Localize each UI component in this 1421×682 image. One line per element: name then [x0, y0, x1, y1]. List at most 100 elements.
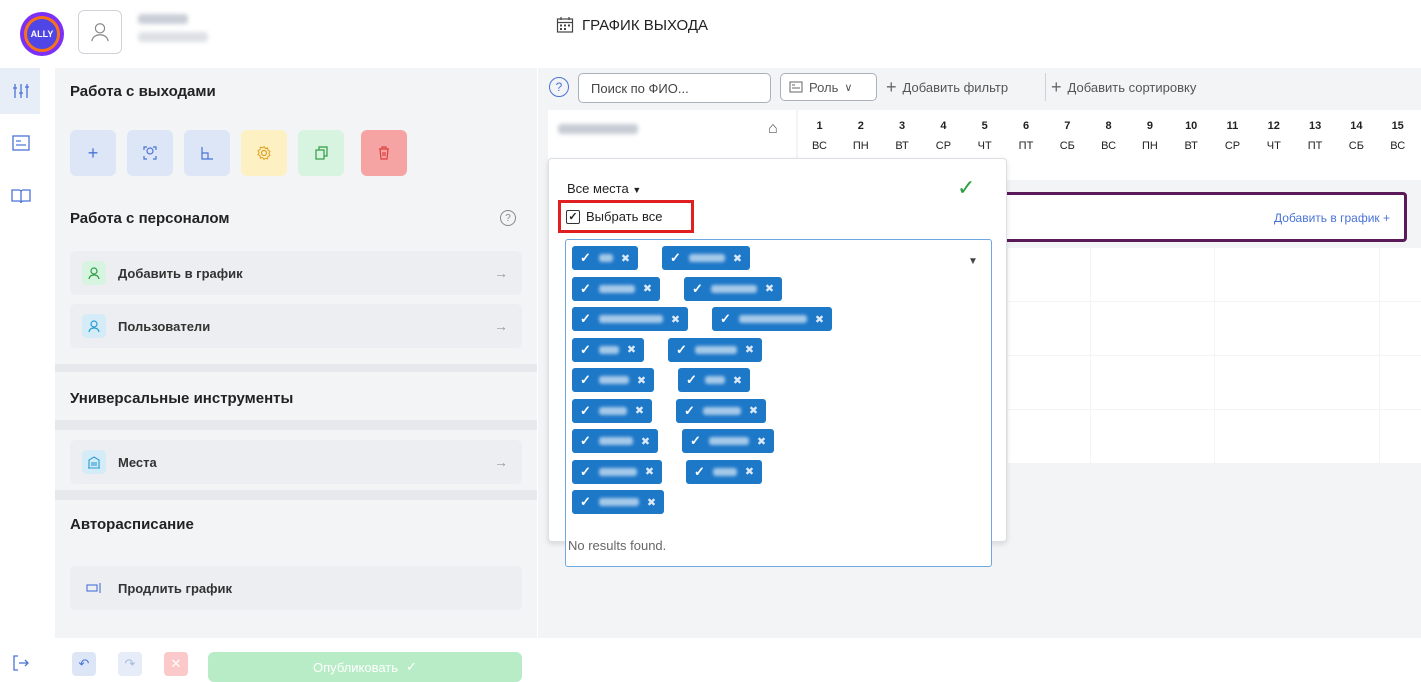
place-tag[interactable]: ✓ ✖: [678, 368, 751, 392]
remove-icon[interactable]: ✖: [641, 435, 650, 448]
help-icon[interactable]: ?: [549, 77, 569, 97]
schedule-cell[interactable]: [1090, 302, 1132, 355]
schedule-cell[interactable]: [1173, 302, 1215, 355]
publish-button[interactable]: Опубликовать ✓: [208, 652, 522, 682]
confirm-check-icon[interactable]: ✓: [957, 175, 975, 201]
schedule-cell[interactable]: [1008, 248, 1049, 301]
undo-button[interactable]: ↶: [72, 652, 96, 676]
place-tag[interactable]: ✓ ✖: [572, 398, 653, 423]
book-icon[interactable]: [10, 185, 32, 207]
id-card-icon[interactable]: [10, 132, 32, 154]
find-person-button[interactable]: [127, 130, 173, 176]
schedule-cell[interactable]: [1255, 410, 1297, 463]
remove-icon[interactable]: ✖: [749, 404, 758, 417]
remove-icon[interactable]: ✖: [671, 313, 680, 326]
remove-icon[interactable]: ✖: [765, 282, 774, 295]
schedule-cell[interactable]: [1008, 410, 1049, 463]
remove-icon[interactable]: ✖: [637, 374, 646, 387]
schedule-cell[interactable]: [1255, 302, 1297, 355]
schedule-cell[interactable]: [1008, 356, 1049, 409]
selected-places-box[interactable]: ✓ ✖ ✓ ✖ ✓ ✖ ✓ ✖ ✓ ✖ ✓ ✖ ✓ ✖ ✓ ✖ ✓ ✖ ✓ ✖ ✓ ✖ ✓ ✖ ✓ ✖ ✓ ✖ ✓ ✖ ✓ ✖ ✓ ✖: [565, 239, 992, 567]
schedule-cell[interactable]: [1090, 410, 1132, 463]
schedule-cell[interactable]: [1214, 248, 1256, 301]
place-tag[interactable]: ✓ ✖: [668, 337, 763, 362]
schedule-cell[interactable]: [1338, 410, 1380, 463]
schedule-cell[interactable]: [1090, 248, 1132, 301]
remove-icon[interactable]: ✖: [621, 252, 630, 265]
remove-icon[interactable]: ✖: [733, 252, 742, 265]
schedule-cell[interactable]: [1173, 248, 1215, 301]
schedule-cell[interactable]: [1173, 356, 1215, 409]
schedule-cell[interactable]: [1379, 248, 1421, 301]
duplicate-button[interactable]: [298, 130, 344, 176]
schedule-cell[interactable]: [1049, 302, 1091, 355]
remove-icon[interactable]: ✖: [745, 465, 754, 478]
logout-icon[interactable]: [10, 652, 32, 674]
search-input[interactable]: Поиск по ФИО...: [578, 73, 771, 103]
schedule-cell[interactable]: [1297, 248, 1339, 301]
place-tag[interactable]: ✓ ✖: [662, 246, 751, 270]
caret-down-icon[interactable]: ▼: [968, 256, 978, 267]
remove-icon[interactable]: ✖: [757, 435, 766, 448]
place-tag[interactable]: ✓ ✖: [572, 368, 655, 392]
schedule-cell[interactable]: [1255, 356, 1297, 409]
remove-icon[interactable]: ✖: [745, 343, 754, 356]
schedule-cell[interactable]: [1008, 302, 1049, 355]
remove-icon[interactable]: ✖: [645, 465, 654, 478]
place-tag[interactable]: ✓ ✖: [712, 307, 833, 331]
discard-button[interactable]: ✕: [164, 652, 188, 676]
schedule-cell[interactable]: [1379, 410, 1421, 463]
place-tag[interactable]: ✓ ✖: [572, 307, 689, 331]
schedule-cell[interactable]: [1131, 410, 1173, 463]
add-to-schedule-row[interactable]: Добавить в график +: [993, 192, 1407, 242]
place-tag[interactable]: ✓ ✖: [684, 276, 783, 301]
place-tag[interactable]: ✓ ✖: [572, 429, 659, 453]
place-tag[interactable]: ✓ ✖: [676, 398, 767, 423]
home-icon[interactable]: ⌂: [768, 120, 778, 138]
users-card[interactable]: Пользователи →: [70, 304, 522, 348]
schedule-cell[interactable]: [1049, 356, 1091, 409]
add-filter-link[interactable]: + Добавить фильтр: [886, 77, 1008, 98]
schedule-cell[interactable]: [1297, 302, 1339, 355]
place-tag[interactable]: ✓ ✖: [682, 429, 775, 453]
place-tag[interactable]: ✓ ✖: [572, 490, 665, 514]
avatar[interactable]: [78, 10, 122, 54]
copy-week-button[interactable]: [184, 130, 230, 176]
schedule-cell[interactable]: [1379, 356, 1421, 409]
remove-icon[interactable]: ✖: [647, 496, 656, 509]
place-tag[interactable]: ✓ ✖: [572, 246, 639, 270]
places-selector[interactable]: Все места ▼: [567, 181, 641, 196]
schedule-cell[interactable]: [1214, 410, 1256, 463]
schedule-cell[interactable]: [1338, 356, 1380, 409]
settings-sliders-icon[interactable]: [10, 80, 32, 102]
remove-icon[interactable]: ✖: [643, 282, 652, 295]
help-icon[interactable]: ?: [500, 210, 516, 226]
add-sort-link[interactable]: + Добавить сортировку: [1051, 77, 1196, 98]
add-to-schedule-link[interactable]: Добавить в график +: [1274, 211, 1390, 225]
remove-icon[interactable]: ✖: [635, 404, 644, 417]
schedule-cell[interactable]: [1255, 248, 1297, 301]
schedule-cell[interactable]: [1297, 356, 1339, 409]
select-all-checkbox[interactable]: ✓ Выбрать все: [558, 200, 694, 233]
schedule-cell[interactable]: [1049, 248, 1091, 301]
schedule-cell[interactable]: [1297, 410, 1339, 463]
remove-icon[interactable]: ✖: [815, 313, 824, 326]
schedule-cell[interactable]: [1049, 410, 1091, 463]
role-filter[interactable]: Роль ∨: [780, 73, 877, 101]
schedule-cell[interactable]: [1214, 356, 1256, 409]
schedule-cell[interactable]: [1338, 302, 1380, 355]
remove-icon[interactable]: ✖: [627, 343, 636, 356]
add-to-schedule-card[interactable]: Добавить в график →: [70, 251, 522, 295]
place-tag[interactable]: ✓ ✖: [572, 337, 645, 362]
schedule-cell[interactable]: [1090, 356, 1132, 409]
schedule-cell[interactable]: [1214, 302, 1256, 355]
settings-button[interactable]: [241, 130, 287, 176]
place-tag[interactable]: ✓ ✖: [686, 459, 763, 484]
add-button[interactable]: +: [70, 130, 116, 176]
schedule-cell[interactable]: [1379, 302, 1421, 355]
redo-button[interactable]: ↷: [118, 652, 142, 676]
place-tag[interactable]: ✓ ✖: [572, 459, 663, 484]
schedule-cell[interactable]: [1131, 356, 1173, 409]
remove-icon[interactable]: ✖: [733, 374, 742, 387]
places-card[interactable]: Места →: [70, 440, 522, 484]
